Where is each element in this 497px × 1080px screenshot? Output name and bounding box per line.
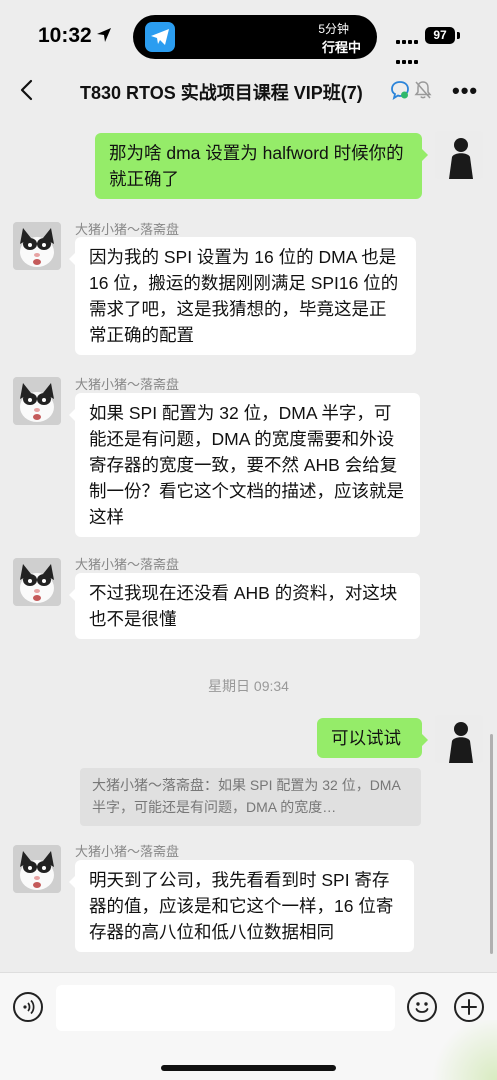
chat-title: T830 RTOS 实战项目课程 VIP班(7) <box>80 83 363 103</box>
location-arrow-icon <box>97 28 111 42</box>
decorative-glow <box>427 1020 497 1080</box>
chat-area: 那为啥 dma 设置为 halfword 时候你的就正确了 大猪小猪～落斋盘 因… <box>0 114 497 972</box>
cellular-signal-icon <box>396 31 420 69</box>
paper-plane-app-icon <box>145 22 175 52</box>
avatar[interactable] <box>13 377 61 425</box>
island-status: 行程中 <box>321 40 361 55</box>
status-time: 10:32 <box>38 24 92 47</box>
dynamic-island[interactable]: 5分钟 行程中 <box>133 15 377 59</box>
message-bubble[interactable]: 可以试试 <box>317 718 428 758</box>
avatar[interactable] <box>13 222 61 270</box>
chat-bubble-icon <box>391 81 409 100</box>
message-bubble[interactable]: 那为啥 dma 设置为 halfword 时候你的就正确了 <box>95 133 428 199</box>
battery-cap <box>457 32 460 39</box>
avatar[interactable] <box>13 845 61 893</box>
sender-name: 大猪小猪～落斋盘 <box>75 377 180 392</box>
message-bubble[interactable]: 明天到了公司，我先看看到时 SPI 寄存器的值，应该是和它这个一样，16 位寄存… <box>69 860 414 952</box>
avatar[interactable] <box>13 558 61 606</box>
sender-name: 大猪小猪～落斋盘 <box>75 222 180 237</box>
status-bar: 10:32 5分钟 行程中 97 <box>0 0 497 70</box>
chat-timestamp: 星期日 09:34 <box>208 678 289 694</box>
island-duration: 5分钟 <box>318 22 349 36</box>
message-bubble[interactable]: 如果 SPI 配置为 32 位，DMA 半字，可能还是有问题，DMA 的宽度需要… <box>69 393 420 537</box>
quoted-message[interactable]: 大猪小猪～落斋盘：如果 SPI 配置为 32 位，DMA 半字，可能还是有问题，… <box>80 768 421 826</box>
more-options-icon[interactable]: ••• <box>452 78 478 104</box>
voice-input-icon[interactable] <box>13 992 43 1022</box>
input-bar <box>0 972 497 1080</box>
chat-header: T830 RTOS 实战项目课程 VIP班(7) ••• <box>0 70 497 114</box>
message-bubble[interactable]: 因为我的 SPI 设置为 16 位的 DMA 也是 16 位，搬运的数据刚刚满足… <box>69 237 416 355</box>
mute-bell-icon <box>414 81 432 99</box>
message-bubble[interactable]: 不过我现在还没看 AHB 的资料，对这块也不是很懂 <box>69 573 420 639</box>
chat-scrollbar[interactable] <box>490 734 493 954</box>
emoji-icon[interactable] <box>407 992 437 1022</box>
sender-name: 大猪小猪～落斋盘 <box>75 844 180 859</box>
avatar[interactable] <box>435 715 483 763</box>
back-icon[interactable] <box>16 78 40 102</box>
avatar[interactable] <box>435 131 483 179</box>
home-indicator[interactable] <box>161 1065 336 1071</box>
battery-icon: 97 <box>425 27 455 44</box>
sender-name: 大猪小猪～落斋盘 <box>75 557 180 572</box>
message-input[interactable] <box>56 985 395 1031</box>
plus-icon[interactable] <box>454 992 484 1022</box>
